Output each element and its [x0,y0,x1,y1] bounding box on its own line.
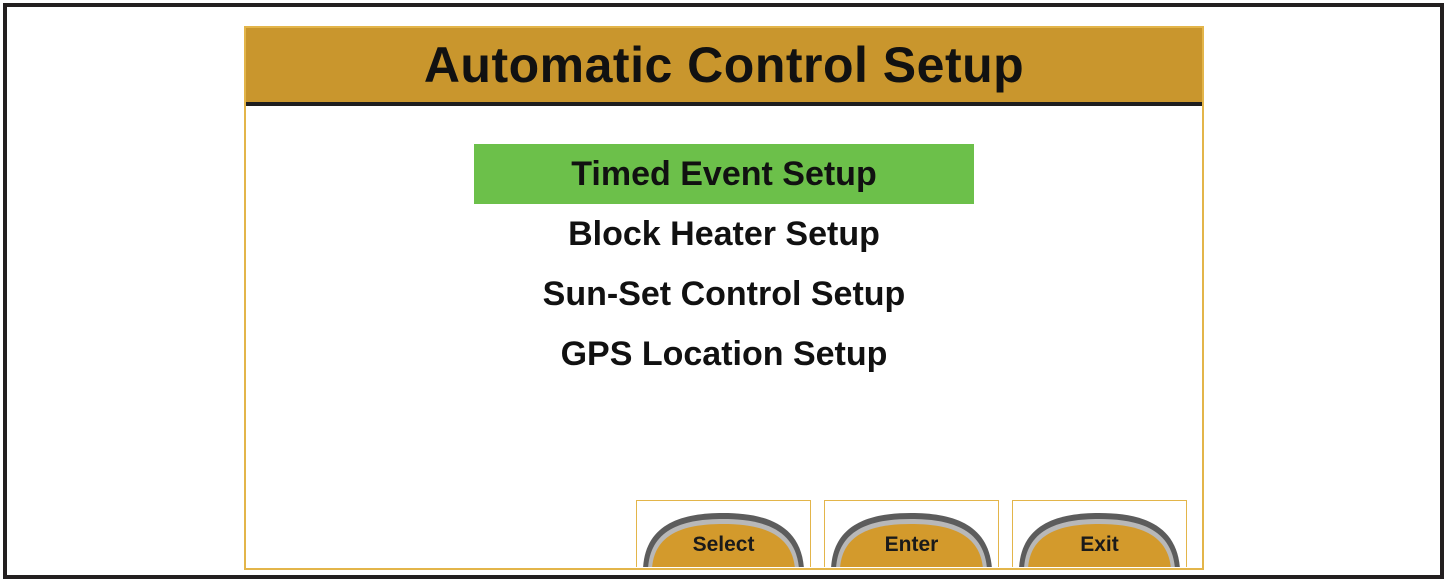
select-button[interactable]: Select [636,500,811,567]
title-bar: Automatic Control Setup [246,28,1202,106]
setup-menu: Timed Event Setup Block Heater Setup Sun… [474,144,974,384]
menu-item-timed-event-setup[interactable]: Timed Event Setup [474,144,974,204]
page-title: Automatic Control Setup [423,37,1025,93]
display-screen: Automatic Control Setup Timed Event Setu… [244,26,1204,570]
enter-button[interactable]: Enter [824,500,999,567]
softkey-bar: Select Enter Exit [636,500,1202,568]
exit-button[interactable]: Exit [1012,500,1187,567]
menu-item-sun-set-control-setup[interactable]: Sun-Set Control Setup [474,264,974,324]
menu-item-block-heater-setup[interactable]: Block Heater Setup [474,204,974,264]
menu-item-gps-location-setup[interactable]: GPS Location Setup [474,324,974,384]
